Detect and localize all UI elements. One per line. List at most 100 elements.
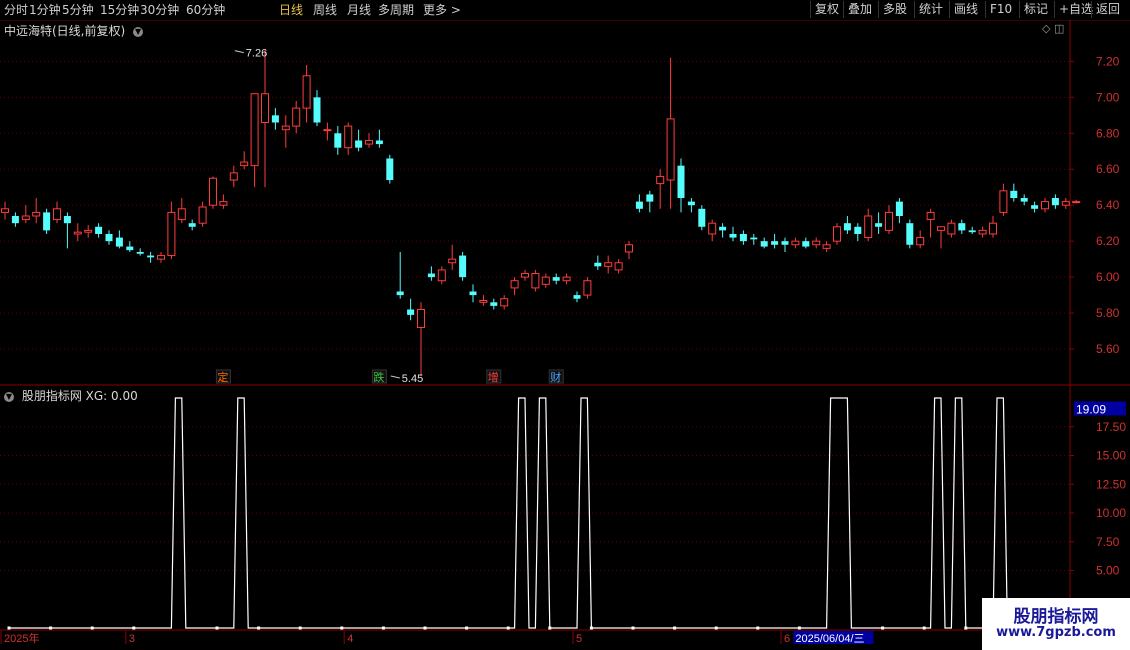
candle-body-down bbox=[875, 223, 883, 227]
candle-body-up bbox=[344, 125, 353, 149]
candle-body-down bbox=[115, 237, 123, 247]
time-tick-label: 3 bbox=[129, 633, 135, 645]
candle-body-down bbox=[105, 233, 113, 242]
candle-body-down bbox=[43, 212, 51, 231]
xg-point bbox=[506, 626, 510, 630]
candle-body-up bbox=[937, 226, 945, 231]
candle-body-down bbox=[375, 140, 383, 145]
candle-body-down bbox=[594, 262, 602, 267]
candle-body-up bbox=[261, 93, 269, 124]
xg-point bbox=[631, 626, 635, 630]
indicator-tick-label: 17.50 bbox=[1096, 420, 1126, 434]
candle-body-up bbox=[198, 206, 207, 224]
indicator-tick-label: 12.50 bbox=[1096, 477, 1126, 491]
candle-body-up bbox=[157, 255, 165, 260]
xg-point bbox=[589, 626, 593, 630]
chevron-down-icon[interactable]: ▼ bbox=[4, 392, 14, 402]
xg-point bbox=[49, 626, 53, 630]
price-tick-label: 6.40 bbox=[1096, 198, 1120, 212]
candle-body-down bbox=[63, 215, 71, 224]
candle-body-up bbox=[583, 280, 592, 296]
candle-body-down bbox=[698, 208, 706, 227]
candle-body-up bbox=[614, 262, 623, 271]
xg-point bbox=[7, 626, 11, 630]
price-tick-label: 6.80 bbox=[1096, 126, 1120, 140]
xg-point bbox=[881, 626, 885, 630]
price-tick-label: 6.20 bbox=[1096, 234, 1120, 248]
candle-body-down bbox=[136, 251, 144, 254]
time-tick-label: 4 bbox=[347, 633, 353, 645]
candle-body-down bbox=[781, 241, 789, 245]
candle-body-up bbox=[604, 262, 613, 267]
annotation-label: 7.26 bbox=[246, 48, 267, 60]
candle-body-down bbox=[552, 277, 560, 281]
candle-body-up bbox=[510, 280, 519, 289]
candle-body-up bbox=[812, 240, 821, 246]
event-marker: 定 bbox=[217, 370, 228, 384]
candle-body-down bbox=[313, 97, 321, 123]
candle-body-down bbox=[646, 194, 654, 202]
event-marker: 增 bbox=[488, 370, 499, 384]
candle-body-down bbox=[469, 291, 477, 296]
xg-point bbox=[90, 626, 94, 630]
xg-point bbox=[340, 626, 344, 630]
candle-body-up bbox=[292, 107, 301, 127]
candle-body-up bbox=[219, 201, 228, 206]
candle-body-up bbox=[73, 231, 82, 235]
candle-body-up bbox=[323, 129, 332, 132]
candle-body-up bbox=[666, 118, 675, 181]
xg-point bbox=[215, 626, 219, 630]
candle-body-up bbox=[53, 208, 61, 221]
watermark-url: www.7gpzb.com bbox=[996, 625, 1116, 640]
price-tick-label: 6.60 bbox=[1096, 162, 1120, 176]
candle-body-up bbox=[562, 276, 571, 282]
indicator-tick-label: 7.50 bbox=[1096, 535, 1120, 549]
candle-body-down bbox=[906, 223, 914, 245]
candle-body-up bbox=[281, 125, 290, 131]
time-tick-label: 5 bbox=[576, 633, 582, 645]
xg-point bbox=[673, 626, 677, 630]
candle-body-up bbox=[625, 244, 633, 253]
annotation-leader bbox=[390, 375, 400, 379]
candle-body-up bbox=[916, 237, 925, 246]
price-tick-label: 5.80 bbox=[1096, 306, 1120, 320]
date-cursor-label: 2025/06/04/三 bbox=[795, 633, 864, 645]
candle-body-up bbox=[1061, 201, 1070, 206]
candle-body-up bbox=[302, 75, 311, 109]
xg-point bbox=[298, 626, 302, 630]
candle-body-down bbox=[334, 133, 342, 148]
indicator-title: 股朋指标网 XG: 0.00 bbox=[21, 389, 138, 403]
candle-body-up bbox=[1041, 201, 1049, 210]
price-tick-label: 5.60 bbox=[1096, 342, 1120, 356]
candle-body-up bbox=[989, 222, 997, 235]
candle-body-up bbox=[833, 226, 841, 242]
candle-body-up bbox=[1072, 201, 1081, 204]
candle-body-up bbox=[177, 208, 186, 221]
annotation-leader bbox=[234, 50, 244, 54]
chart-canvas[interactable]: 5.60 5.80 6.00 6.20 6.40 6.60 6.80 7.00 7.20 7.26… bbox=[0, 0, 1130, 650]
event-marker: 跌 bbox=[373, 370, 384, 384]
candle-body-up bbox=[947, 222, 956, 235]
candle-body-down bbox=[95, 226, 103, 234]
current-value-label: 19.09 bbox=[1076, 402, 1106, 416]
candle-body-down bbox=[490, 302, 498, 306]
xg-point bbox=[423, 626, 427, 630]
xg-point bbox=[465, 626, 469, 630]
candle-body-up bbox=[365, 139, 373, 145]
candle-body-down bbox=[677, 165, 685, 199]
candle-body-down bbox=[750, 237, 758, 240]
annotation-label: 5.45 bbox=[402, 373, 423, 385]
candle-body-down bbox=[802, 241, 810, 247]
candle-body-down bbox=[843, 223, 851, 231]
candle-body-up bbox=[541, 276, 550, 285]
candle-body-up bbox=[708, 222, 717, 235]
watermark: 股朋指标网 www.7gpzb.com bbox=[982, 598, 1130, 650]
candle-body-down bbox=[573, 295, 581, 299]
candle-body-down bbox=[396, 291, 404, 296]
candle-body-down bbox=[355, 140, 363, 148]
indicator-tick-label: 5.00 bbox=[1096, 564, 1120, 578]
candle-body-up bbox=[656, 175, 665, 185]
candle-body-down bbox=[1010, 190, 1018, 199]
candle-body-down bbox=[854, 226, 862, 234]
time-tick-label: 2025年 bbox=[4, 631, 39, 645]
